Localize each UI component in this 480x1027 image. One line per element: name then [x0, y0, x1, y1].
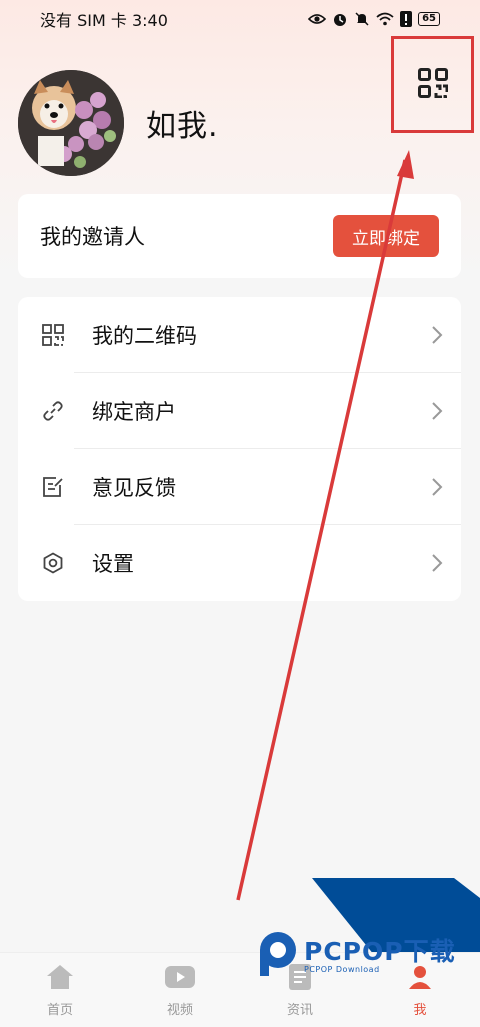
- menu-item-feedback[interactable]: 意见反馈: [18, 449, 461, 525]
- tab-video[interactable]: 视频: [120, 953, 240, 1027]
- menu-item-settings[interactable]: 设置: [18, 525, 461, 601]
- eye-icon: [308, 12, 327, 26]
- menu-item-my-qr-code[interactable]: 我的二维码: [18, 297, 461, 373]
- profile-header: 如我.: [18, 70, 219, 176]
- tab-label: 首页: [46, 1003, 73, 1018]
- menu-card: 我的二维码 绑定商户 意见反馈 设置: [18, 297, 461, 601]
- alert-icon: [400, 11, 413, 27]
- watermark-text: PCPOP下载: [304, 936, 456, 966]
- avatar[interactable]: [18, 70, 124, 176]
- tab-label: 资讯: [286, 1003, 313, 1018]
- bind-now-button[interactable]: 立即绑定: [333, 215, 439, 257]
- settings-icon: [42, 552, 64, 574]
- chevron-right-icon: [431, 401, 443, 421]
- invite-card: 我的邀请人 立即绑定: [18, 194, 461, 278]
- pcpop-logo-icon: [256, 930, 300, 982]
- status-carrier-time: 没有 SIM 卡 3:40: [40, 11, 168, 30]
- watermark-subtext: PCPOP Download: [304, 964, 380, 974]
- alarm-icon: [332, 11, 348, 27]
- play-icon: [164, 963, 196, 995]
- menu-item-bind-merchant[interactable]: 绑定商户: [18, 373, 461, 449]
- wifi-icon: [376, 12, 394, 26]
- qr-code-icon: [417, 67, 448, 102]
- home-icon: [45, 963, 75, 995]
- link-icon: [42, 400, 64, 422]
- status-bar: 没有 SIM 卡 3:40 65: [0, 0, 480, 38]
- chevron-right-icon: [431, 553, 443, 573]
- mute-icon: [354, 11, 370, 27]
- qr-code-icon: [42, 324, 64, 346]
- battery-icon: 65: [418, 12, 440, 26]
- tab-label: 我: [413, 1003, 427, 1018]
- menu-item-label: 设置: [92, 552, 134, 576]
- menu-item-label: 绑定商户: [92, 400, 176, 424]
- watermark-logo: PCPOP下载 PCPOP Download: [256, 930, 456, 982]
- menu-item-label: 意见反馈: [92, 476, 176, 500]
- chevron-right-icon: [431, 477, 443, 497]
- tab-label: 视频: [166, 1003, 193, 1018]
- tab-home[interactable]: 首页: [0, 953, 120, 1027]
- username: 如我.: [146, 109, 219, 144]
- invite-label: 我的邀请人: [40, 225, 145, 249]
- chevron-right-icon: [431, 325, 443, 345]
- edit-note-icon: [42, 476, 64, 498]
- menu-item-label: 我的二维码: [92, 324, 197, 348]
- qr-code-button[interactable]: [391, 36, 474, 133]
